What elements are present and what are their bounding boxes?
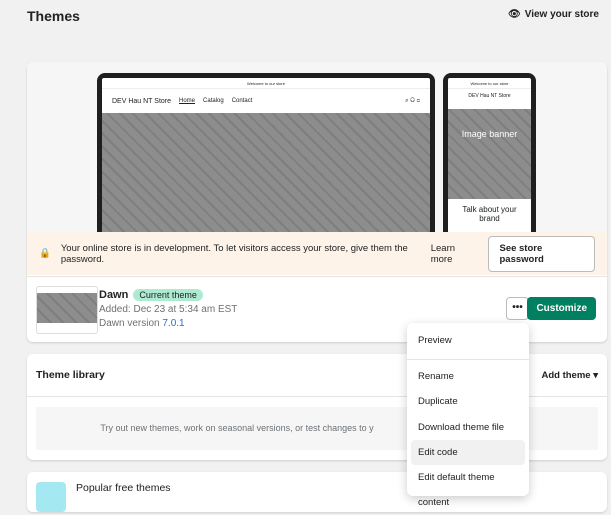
hero-image bbox=[102, 113, 430, 238]
menu-download-theme-file[interactable]: Download theme file bbox=[411, 415, 525, 440]
mobile-preview: Welcome to our store DEV Hau NT Store Im… bbox=[443, 73, 536, 243]
view-store-label: View your store bbox=[524, 9, 599, 20]
nav-catalog: Catalog bbox=[203, 98, 224, 104]
menu-rename[interactable]: Rename bbox=[411, 364, 525, 389]
page-title: Themes bbox=[27, 8, 80, 24]
mobile-heading: Talk about your brand bbox=[462, 205, 517, 223]
customize-button[interactable]: Customize bbox=[527, 297, 596, 320]
mobile-store-name: DEV Hau NT Store bbox=[468, 93, 511, 99]
menu-preview[interactable]: Preview bbox=[411, 328, 525, 353]
menu-duplicate[interactable]: Duplicate bbox=[411, 389, 525, 414]
theme-preview: Welcome to our store DEV Hau NT Store Ho… bbox=[27, 62, 607, 243]
view-store-link[interactable]: 👁 View your store bbox=[508, 9, 599, 20]
lock-icon: 🔒 bbox=[39, 248, 51, 259]
theme-name: Dawn bbox=[99, 289, 129, 301]
popular-themes-title: Popular free themes bbox=[76, 482, 171, 494]
dev-store-banner: 🔒 Your online store is in development. T… bbox=[27, 232, 607, 275]
learn-more-link[interactable]: Learn more bbox=[431, 243, 477, 265]
announcement-bar: Welcome to our store bbox=[102, 78, 430, 89]
nav-contact: Contact bbox=[231, 98, 253, 104]
current-theme-badge: Current theme bbox=[133, 289, 203, 301]
theme-version-link[interactable]: 7.0.1 bbox=[162, 318, 184, 329]
theme-added: Added: Dec 23 at 5:34 am EST bbox=[99, 304, 238, 315]
menu-edit-default-theme-content[interactable]: Edit default theme content bbox=[411, 465, 525, 508]
current-theme-card: Welcome to our store DEV Hau NT Store Ho… bbox=[27, 62, 607, 342]
nav-home: Home bbox=[179, 98, 196, 104]
mobile-banner: Image banner bbox=[448, 109, 531, 199]
more-actions-button[interactable]: ••• bbox=[506, 297, 529, 320]
menu-edit-code[interactable]: Edit code bbox=[411, 440, 525, 465]
theme-thumbnail bbox=[36, 286, 98, 334]
eye-icon: 👁 bbox=[508, 9, 521, 20]
version-prefix: Dawn version bbox=[99, 318, 163, 329]
theme-actions-menu: Preview Rename Duplicate Download theme … bbox=[407, 323, 529, 508]
theme-library-title: Theme library bbox=[36, 369, 105, 381]
header-icons: ⌕ ⚇ ◻ bbox=[405, 97, 420, 104]
themes-icon bbox=[36, 482, 66, 512]
add-theme-button[interactable]: Add theme ▾ bbox=[541, 370, 598, 381]
add-theme-label: Add theme bbox=[541, 369, 591, 381]
desktop-preview: Welcome to our store DEV Hau NT Store Ho… bbox=[97, 73, 435, 243]
caret-down-icon: ▾ bbox=[593, 369, 598, 381]
store-name: DEV Hau NT Store bbox=[112, 97, 172, 105]
see-store-password-button[interactable]: See store password bbox=[488, 235, 595, 272]
mobile-announcement: Welcome to our store bbox=[448, 78, 531, 89]
banner-message: Your online store is in development. To … bbox=[60, 242, 408, 265]
